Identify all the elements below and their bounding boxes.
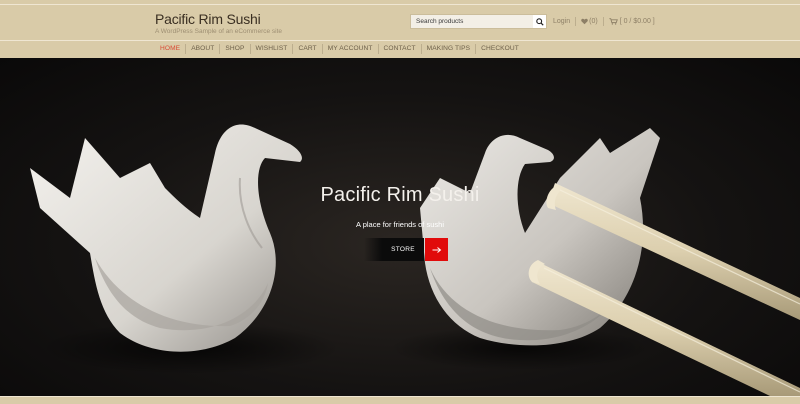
nav-item-checkout[interactable]: CHECKOUT — [476, 44, 524, 54]
search-form — [410, 14, 547, 29]
search-button[interactable] — [533, 15, 546, 28]
divider — [575, 17, 577, 26]
hero-title: Pacific Rim Sushi — [320, 184, 480, 206]
main-nav: HOME ABOUT SHOP WISHLIST CART MY ACCOUNT… — [0, 40, 800, 58]
nav-item-making-tips[interactable]: MAKING TIPS — [422, 44, 477, 54]
heart-icon — [581, 18, 588, 25]
nav-item-shop[interactable]: SHOP — [220, 44, 251, 54]
nav-item-my-account[interactable]: MY ACCOUNT — [323, 44, 379, 54]
nav-item-home[interactable]: HOME — [155, 44, 187, 54]
site-tagline: A WordPress Sample of an eCommerce site — [155, 28, 283, 35]
store-go-button[interactable] — [425, 238, 448, 261]
nav-item-wishlist[interactable]: WISHLIST — [251, 44, 294, 54]
cart-link[interactable]: [ 0 / $0.00 ] — [609, 18, 655, 25]
nav-item-cart[interactable]: CART — [293, 44, 323, 54]
search-icon — [535, 17, 544, 26]
footer-strip — [0, 396, 800, 404]
wishlist-count: (0) — [589, 18, 598, 25]
hero-banner: Pacific Rim Sushi A place for friends of… — [0, 58, 800, 396]
nav-item-about[interactable]: ABOUT — [186, 44, 221, 54]
site-title[interactable]: Pacific Rim Sushi — [155, 11, 282, 27]
arrow-right-icon — [432, 246, 441, 253]
divider — [602, 17, 604, 26]
header-utilities: Login (0) [ 0 / $0.00 ] — [553, 17, 655, 26]
search-input[interactable] — [411, 15, 533, 28]
login-link[interactable]: Login — [553, 18, 570, 25]
cart-summary: [ 0 / $0.00 ] — [619, 18, 655, 25]
store-button[interactable]: STORE — [364, 238, 424, 261]
wishlist-link[interactable]: (0) — [581, 18, 598, 25]
cart-icon — [609, 18, 618, 25]
nav-item-contact[interactable]: CONTACT — [379, 44, 422, 54]
site-header: Pacific Rim Sushi A WordPress Sample of … — [0, 0, 800, 40]
hero-subtitle: A place for friends of sushi — [356, 220, 444, 229]
brand: Pacific Rim Sushi A WordPress Sample of … — [155, 11, 282, 35]
